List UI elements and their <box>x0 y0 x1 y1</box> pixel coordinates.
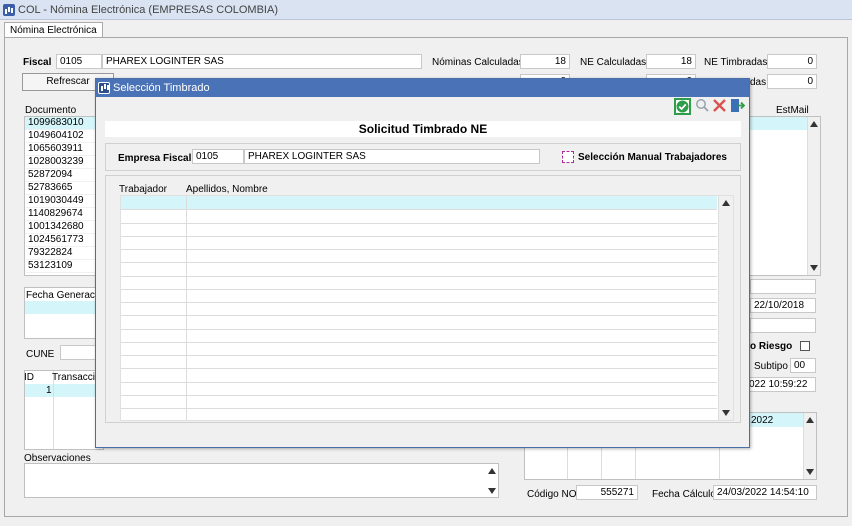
nominas-calculadas-value: 18 <box>520 54 570 69</box>
search-icon <box>696 99 709 112</box>
date-field[interactable]: 22/10/2018 <box>750 298 816 313</box>
estmail-header: EstMail <box>776 105 809 116</box>
empresa-name-field[interactable]: PHAREX LOGINTER SAS <box>244 149 540 164</box>
ne-calculadas-value: 18 <box>646 54 696 69</box>
obs-scroll-up-icon[interactable] <box>488 468 496 474</box>
list-scrollbar[interactable] <box>807 117 820 275</box>
window-title: COL - Nómina Electrónica (EMPRESAS COLOM… <box>18 4 278 16</box>
window-titlebar: COL - Nómina Electrónica (EMPRESAS COLOM… <box>0 0 852 20</box>
workers-grid[interactable] <box>120 195 734 421</box>
close-icon <box>713 99 726 112</box>
exit-button[interactable] <box>730 98 747 115</box>
riesgo-label: o Riesgo <box>750 341 793 352</box>
right-scroll-down-icon[interactable] <box>806 469 814 475</box>
fiscal-label: Fiscal <box>23 57 52 68</box>
documento-header: Documento <box>25 105 77 116</box>
id-column-header: ID <box>24 372 34 383</box>
app-icon <box>3 4 15 16</box>
apellidos-column-header: Apellidos, Nombre <box>186 184 268 195</box>
observaciones-textarea[interactable] <box>24 463 499 498</box>
subtipo-label: Subtipo <box>754 361 788 372</box>
right-field-mid[interactable] <box>750 318 816 333</box>
list-item[interactable]: 1028003239 <box>26 156 106 169</box>
list-item[interactable]: 79322824 <box>26 247 106 260</box>
nominas-calculadas-label: Nóminas Calculadas <box>432 57 524 68</box>
list-item[interactable]: 53123109 <box>26 260 106 273</box>
dialog-titlebar: Selección Timbrado <box>96 79 749 97</box>
fiscal-code-field[interactable]: 0105 <box>56 54 102 69</box>
check-icon <box>676 100 689 113</box>
workers-scroll-up-icon[interactable] <box>722 200 730 206</box>
list-item[interactable]: 1049604102 <box>26 130 106 143</box>
right-field-top[interactable] <box>750 279 816 294</box>
dialog-title: Selección Timbrado <box>113 82 210 94</box>
row2-value-c: 0 <box>767 74 817 89</box>
manual-selection-checkbox[interactable] <box>562 151 574 163</box>
seleccion-timbrado-dialog: Selección Timbrado Solicitud Timbrado NE… <box>95 78 750 448</box>
list-item[interactable]: 1001342680 <box>26 221 106 234</box>
right-grid-scrollbar[interactable] <box>803 413 816 479</box>
workers-selected-row <box>121 196 717 209</box>
datetime-field[interactable]: 022 10:59:22 <box>745 377 816 392</box>
workers-scrollbar[interactable] <box>718 196 733 420</box>
workers-scroll-down-icon[interactable] <box>722 410 730 416</box>
list-item[interactable]: 1140829674 <box>26 208 106 221</box>
year-cell: 2022 <box>751 415 774 426</box>
ne-timbradas-label: NE Timbradas <box>704 57 768 68</box>
transaction-id-value: 1 <box>46 385 52 396</box>
trabajador-column-header: Trabajador <box>119 184 167 195</box>
fecha-row-highlight <box>25 301 103 314</box>
cune-label: CUNE <box>26 349 55 360</box>
ne-calculadas-label: NE Calculadas <box>580 57 647 68</box>
fecha-calculo-field[interactable]: 24/03/2022 14:54:10 <box>713 485 817 500</box>
right-scroll-up-icon[interactable] <box>806 417 814 423</box>
search-button[interactable] <box>695 98 712 115</box>
documents-column: 1099683010 1049604102 1065603911 1028003… <box>26 117 106 273</box>
empresa-code-field[interactable]: 0105 <box>192 149 244 164</box>
accept-button[interactable] <box>674 98 691 115</box>
dialog-app-icon <box>98 82 110 94</box>
scroll-up-icon[interactable] <box>810 121 818 127</box>
transaccion-column-header: Transacció <box>52 372 101 383</box>
ne-timbradas-value: 0 <box>767 54 817 69</box>
transaction-row-highlight <box>25 384 103 397</box>
scroll-down-icon[interactable] <box>810 265 818 271</box>
codigo-no-label: Código NO <box>527 489 577 500</box>
riesgo-checkbox[interactable] <box>800 341 810 351</box>
cancel-button[interactable] <box>712 98 729 115</box>
empresa-fiscal-label: Empresa Fiscal <box>118 153 192 164</box>
tab-strip: Nómina Electrónica <box>0 20 852 39</box>
list-item[interactable]: 52872094 <box>26 169 106 182</box>
fiscal-name-field[interactable]: PHAREX LOGINTER SAS <box>102 54 422 69</box>
dialog-heading: Solicitud Timbrado NE <box>105 121 741 137</box>
codigo-no-field[interactable]: 555271 <box>576 485 638 500</box>
row2-label-c: das <box>750 77 767 88</box>
list-item[interactable]: 1099683010 <box>26 117 106 130</box>
list-item[interactable]: 52783665 <box>26 182 106 195</box>
obs-scroll-down-icon[interactable] <box>488 488 496 494</box>
subtipo-field[interactable]: 00 <box>790 358 816 373</box>
exit-icon <box>731 99 746 112</box>
cune-field[interactable] <box>60 345 100 360</box>
list-item[interactable]: 1065603911 <box>26 143 106 156</box>
list-item[interactable]: 1024561773 <box>26 234 106 247</box>
manual-selection-label: Selección Manual Trabajadores <box>578 152 727 163</box>
fecha-calculo-label: Fecha Cálculo <box>652 489 716 500</box>
list-item[interactable]: 1019030449 <box>26 195 106 208</box>
